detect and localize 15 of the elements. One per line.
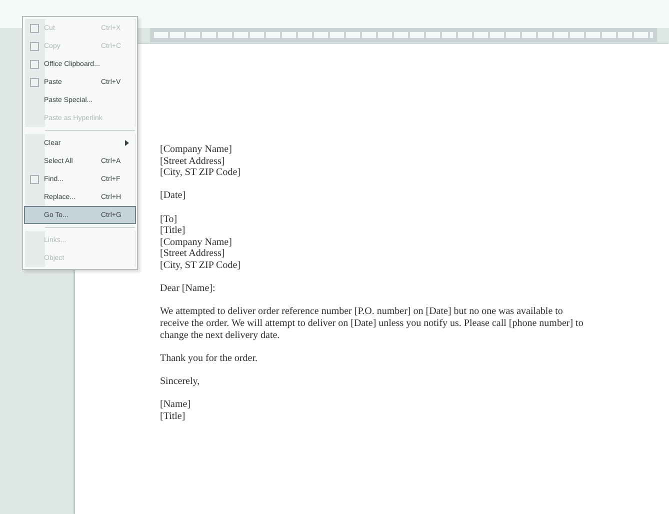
- letter-text: [Title]: [160, 225, 186, 237]
- letter-text: [Street Address]: [160, 248, 225, 260]
- letter-text: [Company Name]: [160, 236, 232, 248]
- letter-text: We attempted to deliver order reference number [P.O. number] on [Date] but no one was available to receive the order. We will attempt to deliver on [Date] unless you notify us. Please call [phone number] to change the next delivery date.: [160, 306, 584, 342]
- letter-text: [Company Name]: [160, 144, 232, 156]
- letter-text: [To]: [160, 214, 178, 226]
- letter-text: Dear [Name]:: [160, 283, 216, 295]
- letter-text: [Title]: [160, 410, 186, 422]
- letter-text: Sincerely,: [160, 376, 200, 388]
- letter-text: [Street Address]: [160, 156, 225, 168]
- letter-text: [City, ST ZIP Code]: [160, 260, 240, 272]
- letter-text: [Date]: [160, 190, 186, 202]
- letter-text: [Name]: [160, 399, 191, 411]
- letter-text: Thank you for the order.: [160, 352, 258, 364]
- letter-text: [City, ST ZIP Code]: [160, 167, 240, 179]
